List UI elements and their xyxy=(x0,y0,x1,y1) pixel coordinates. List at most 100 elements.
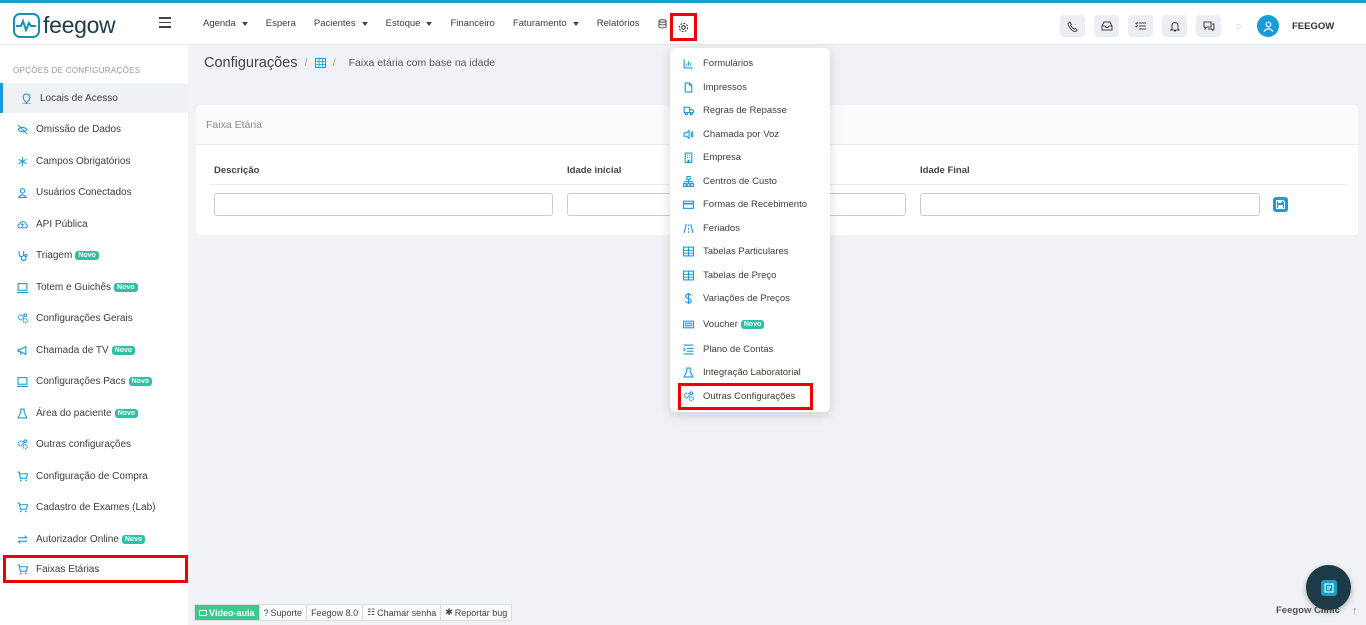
sidebar-item-totem-e-guich-s[interactable]: Totem e Guichês Novo xyxy=(0,272,188,302)
dropdown-item-tabelas-particulares[interactable]: Tabelas Particulares xyxy=(683,244,789,258)
sidebar-item-omiss-o-de-dados[interactable]: Omissão de Dados xyxy=(0,114,188,144)
chat-widget-icon xyxy=(1320,579,1337,596)
call-ticket-button[interactable]: ☷ Chamar senha xyxy=(363,605,442,620)
save-button[interactable] xyxy=(1273,197,1288,212)
sidebar-item-label: Totem e Guichês xyxy=(36,281,112,293)
new-badge: Novo xyxy=(75,250,99,260)
sidebar-item-faixas-et-rias[interactable]: Faixas Etárias xyxy=(3,555,188,583)
nav-item-pacientes[interactable]: Pacientes xyxy=(314,18,368,29)
nav-item-label: Financeiro xyxy=(450,18,495,29)
dropdown-item-label: Empresa xyxy=(703,151,742,163)
dropdown-item-formul-rios[interactable]: Formulários xyxy=(683,56,753,70)
location-icon xyxy=(22,93,31,104)
page-title[interactable]: Configurações xyxy=(204,55,298,71)
database-icon xyxy=(658,18,666,28)
nav-item-espera[interactable]: Espera xyxy=(266,18,296,29)
caret-down-icon xyxy=(426,21,433,26)
dropdown-item-label: Formulários xyxy=(703,57,754,69)
dropdown-item-label: Regras de Repasse xyxy=(703,104,787,116)
ticket-icon xyxy=(683,320,694,328)
notifications-button[interactable] xyxy=(1162,15,1187,37)
sidebar-item-usu-rios-conectados[interactable]: Usuários Conectados xyxy=(0,177,188,207)
nav-item-faturamento[interactable]: Faturamento xyxy=(513,18,579,29)
avatar[interactable] xyxy=(1257,15,1279,37)
sidebar-item-locais-de-acesso[interactable]: Locais de Acesso xyxy=(0,83,188,113)
sidebar-item-autorizador-online[interactable]: Autorizador Online Novo xyxy=(0,524,188,554)
sidebar-item-label: Configurações Pacs xyxy=(36,375,126,387)
phone-button[interactable] xyxy=(1060,15,1085,37)
dropdown-item-feriados[interactable]: Feriados xyxy=(683,221,740,235)
monitor-icon xyxy=(17,376,28,387)
dropdown-item-label: Voucher xyxy=(703,318,738,330)
description-input[interactable] xyxy=(214,193,553,216)
sidebar-item-cadastro-de-exames-lab-[interactable]: Cadastro de Exames (Lab) xyxy=(0,492,188,522)
version-label: Feegow 8.0 xyxy=(307,605,364,620)
logo-text: feegow xyxy=(43,12,116,38)
dropdown-item-chamada-por-voz[interactable]: Chamada por Voz xyxy=(683,127,779,141)
menu-toggle-icon[interactable] xyxy=(159,17,171,31)
logo[interactable]: feegow xyxy=(13,12,116,39)
bell-icon xyxy=(1169,21,1180,31)
dropdown-item-empresa[interactable]: Empresa xyxy=(683,150,741,164)
help-icon: ? xyxy=(263,607,269,618)
dropdown-item-formas-de-recebimento[interactable]: Formas de Recebimento xyxy=(683,197,807,211)
status-dot xyxy=(1236,23,1241,29)
final-age-input[interactable] xyxy=(920,193,1260,216)
inbox-button[interactable] xyxy=(1094,15,1119,37)
sidebar-item-triagem[interactable]: Triagem Novo xyxy=(0,240,188,270)
video-lesson-button[interactable]: Vídeo-aula xyxy=(195,605,260,620)
nav-item-estoque[interactable]: Estoque xyxy=(386,18,433,29)
database-button[interactable] xyxy=(658,18,667,29)
sidebar-item--rea-do-paciente[interactable]: Área do paciente Novo xyxy=(0,398,188,428)
column-header-initial-age: Idade inicial xyxy=(567,165,622,176)
sidebar-item-configura-es-pacs[interactable]: Configurações Pacs Novo xyxy=(0,366,188,396)
new-badge: Novo xyxy=(121,534,146,544)
dropdown-item-integra-o-laboratorial[interactable]: Integração Laboratorial xyxy=(683,365,801,379)
dropdown-item-voucher[interactable]: Voucher Novo xyxy=(683,317,765,331)
settings-gear-button[interactable] xyxy=(670,13,697,41)
dropdown-item-centros-de-custo[interactable]: Centros de Custo xyxy=(683,174,777,188)
flask-icon xyxy=(17,408,28,418)
video-icon xyxy=(199,609,207,616)
report-bug-button[interactable]: ✱ Reportar bug xyxy=(441,605,511,620)
sidebar-item-api-p-blica[interactable]: API Pública xyxy=(0,209,188,239)
nav-item-relatórios[interactable]: Relatórios xyxy=(597,18,640,29)
sidebar-item-campos-obrigat-rios[interactable]: Campos Obrigatórios xyxy=(0,146,188,176)
dropdown-item-regras-de-repasse[interactable]: Regras de Repasse xyxy=(683,103,787,117)
sidebar-item-label: Configuração de Compra xyxy=(36,470,148,482)
table-icon xyxy=(314,58,326,68)
bug-icon: ✱ xyxy=(445,607,453,617)
support-button[interactable]: ? Suporte xyxy=(260,605,308,620)
dropdown-item-tabelas-de-pre-o[interactable]: Tabelas de Preço xyxy=(683,268,776,282)
nav-item-financeiro[interactable]: Financeiro xyxy=(450,18,494,29)
dropdown-item-label: Formas de Recebimento xyxy=(703,198,808,210)
dropdown-item-plano-de-contas[interactable]: Plano de Contas xyxy=(683,342,773,356)
header-actions: FEEGOW xyxy=(1060,15,1334,37)
nav-item-agenda[interactable]: Agenda xyxy=(203,18,248,29)
sidebar-item-configura-o-de-compra[interactable]: Configuração de Compra xyxy=(0,461,188,491)
caret-down-icon xyxy=(572,21,579,26)
scroll-top-icon[interactable]: ↑ xyxy=(1352,605,1358,617)
sidebar-item-label: Locais de Acesso xyxy=(40,92,118,104)
tasks-button[interactable] xyxy=(1128,15,1153,37)
dropdown-item-impressos[interactable]: Impressos xyxy=(683,80,747,94)
megaphone-icon xyxy=(17,345,27,355)
user-name[interactable]: FEEGOW xyxy=(1292,21,1334,32)
sidebar-item-configura-es-gerais[interactable]: Configurações Gerais xyxy=(0,303,188,333)
sidebar-item-label: Omissão de Dados xyxy=(36,123,122,135)
sitemap-icon xyxy=(683,175,694,187)
cart-icon xyxy=(17,502,28,512)
dropdown-item-label: Feriados xyxy=(703,222,740,234)
monitor-icon xyxy=(17,282,28,293)
sidebar-item-label: Campos Obrigatórios xyxy=(36,155,131,167)
dropdown-item-varia-es-de-pre-os[interactable]: Variações de Preços xyxy=(683,291,790,305)
chat-widget-button[interactable] xyxy=(1306,565,1351,610)
nav-item-label: Agenda xyxy=(203,18,236,29)
breadcrumb: Configurações / / Faixa etária com base … xyxy=(204,55,495,71)
new-badge: Novo xyxy=(114,408,139,418)
chat-button[interactable] xyxy=(1196,15,1221,37)
sidebar-item-chamada-de-tv[interactable]: Chamada de TV Novo xyxy=(0,335,188,365)
sidebar-item-outras-configura-es[interactable]: Outras configurações xyxy=(0,429,188,459)
inbox-icon xyxy=(1101,21,1112,31)
sidebar-item-label: Cadastro de Exames (Lab) xyxy=(36,501,156,513)
